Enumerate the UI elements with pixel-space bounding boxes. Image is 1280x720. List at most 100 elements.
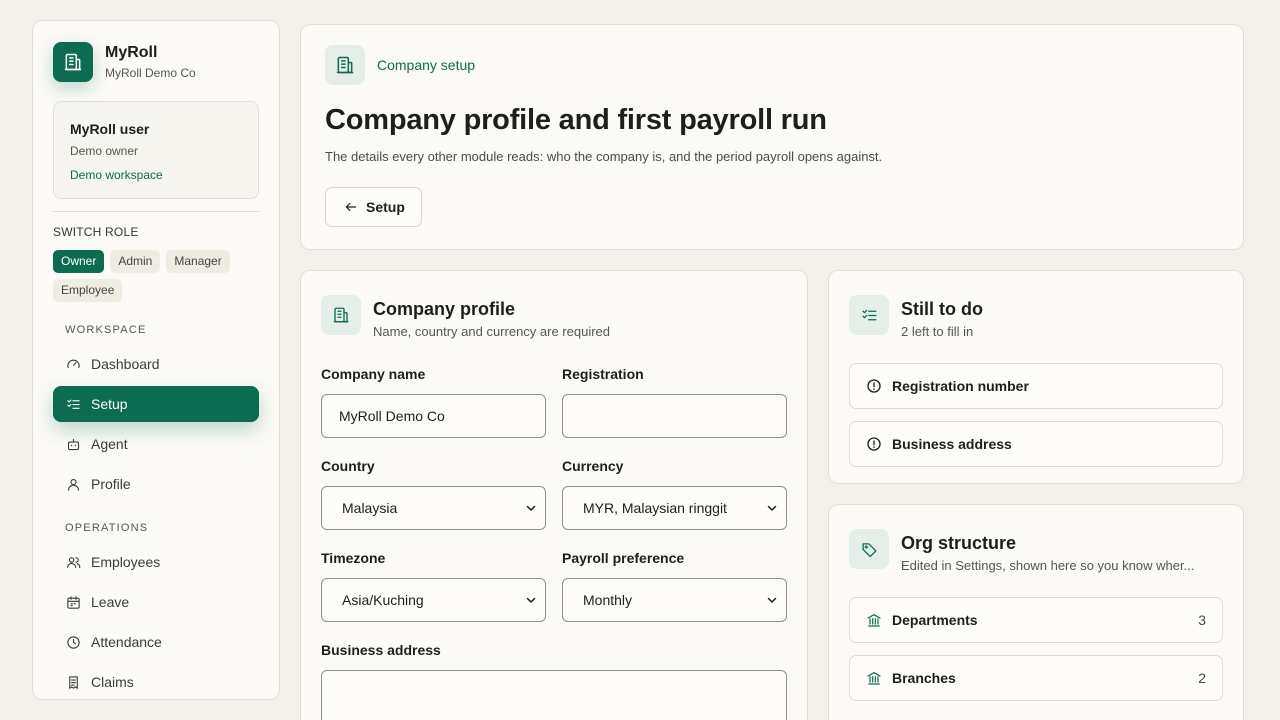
- page-header: Company setup Company profile and first …: [300, 24, 1244, 250]
- todo-item-label: Business address: [892, 436, 1012, 452]
- sidebar: MyRoll MyRoll Demo Co MyRoll user Demo o…: [32, 20, 280, 700]
- nav-item-leave[interactable]: Leave: [53, 584, 259, 620]
- building-icon: [325, 45, 365, 85]
- tag-icon: [849, 529, 889, 569]
- page-title: Company profile and first payroll run: [325, 104, 827, 136]
- registration-input[interactable]: [562, 394, 787, 438]
- todo-item-label: Registration number: [892, 378, 1029, 394]
- checklist-icon: [67, 399, 80, 409]
- nav-item-profile[interactable]: Profile: [53, 466, 259, 502]
- payroll-preference-label: Payroll preference: [562, 550, 685, 566]
- company-name-value: MyRoll Demo Co: [339, 408, 445, 424]
- nav-item-employees[interactable]: Employees: [53, 544, 259, 580]
- nav-label: Profile: [91, 476, 131, 492]
- user-icon: [67, 478, 80, 491]
- nav-workspace: Dashboard Setup Agent Profile: [53, 346, 259, 502]
- currency-value: MYR, Malaysian ringgit: [583, 500, 727, 516]
- brand-name: MyRoll: [105, 44, 158, 61]
- gauge-icon: [67, 359, 80, 368]
- chevron-down-icon: [767, 597, 777, 603]
- payroll-preference-select[interactable]: Monthly: [562, 578, 787, 622]
- nav-label: Dashboard: [91, 356, 160, 372]
- bot-icon: [67, 438, 80, 450]
- nav-item-dashboard[interactable]: Dashboard: [53, 346, 259, 382]
- user-name: MyRoll user: [70, 121, 150, 137]
- country-label: Country: [321, 458, 375, 474]
- nav-label: Employees: [91, 554, 161, 570]
- user-role: Demo owner: [70, 144, 139, 158]
- registration-label: Registration: [562, 366, 644, 382]
- nav-label: Setup: [91, 396, 128, 412]
- nav-section-operations: OPERATIONS: [65, 522, 149, 534]
- clock-icon: [67, 635, 80, 649]
- switch-role-title: SWITCH ROLE: [53, 225, 139, 239]
- country-select[interactable]: Malaysia: [321, 486, 546, 530]
- currency-select[interactable]: MYR, Malaysian ringgit: [562, 486, 787, 530]
- org-item-label: Branches: [892, 670, 956, 686]
- payroll-preference-value: Monthly: [583, 592, 633, 608]
- nav-item-attendance[interactable]: Attendance: [53, 624, 259, 660]
- nav-label: Attendance: [91, 634, 162, 650]
- card-subtitle: 2 left to fill in: [901, 324, 974, 339]
- back-button-label: Setup: [366, 199, 405, 215]
- nav-section-workspace: WORKSPACE: [65, 324, 147, 336]
- company-name-label: Company name: [321, 366, 426, 382]
- org-item-label: Departments: [892, 612, 978, 628]
- todo-list: Registration number Business address: [849, 363, 1223, 467]
- org-item-count: 2: [1198, 670, 1206, 686]
- timezone-label: Timezone: [321, 550, 386, 566]
- country-value: Malaysia: [342, 500, 398, 516]
- brand-company: MyRoll Demo Co: [105, 66, 196, 80]
- card-title: Company profile: [373, 299, 516, 319]
- receipt-icon: [69, 675, 78, 689]
- alert-circle-icon: [867, 437, 881, 451]
- card-title: Still to do: [901, 299, 983, 319]
- org-item-branches[interactable]: Branches 2: [849, 655, 1223, 701]
- role-chip-admin[interactable]: Admin: [110, 250, 161, 273]
- back-to-setup-button[interactable]: Setup: [325, 187, 422, 227]
- company-profile-card: Company profile Name, country and curren…: [300, 270, 808, 720]
- org-structure-card: Org structure Edited in Settings, shown …: [828, 504, 1244, 720]
- org-list: Departments 3 Branches 2: [849, 597, 1223, 701]
- breadcrumb: Company setup: [377, 57, 476, 73]
- brand[interactable]: MyRoll MyRoll Demo Co: [53, 41, 259, 83]
- building-icon: [321, 295, 361, 335]
- arrow-left-icon: [345, 202, 357, 212]
- timezone-value: Asia/Kuching: [342, 592, 424, 608]
- nav-item-claims[interactable]: Claims: [53, 664, 259, 699]
- nav-item-agent[interactable]: Agent: [53, 426, 259, 462]
- role-switcher: Owner Admin Manager Employee: [53, 250, 253, 302]
- workspace-link[interactable]: Demo workspace: [70, 168, 242, 182]
- chevron-down-icon: [526, 597, 536, 603]
- chevron-down-icon: [526, 505, 536, 511]
- org-item-departments[interactable]: Departments 3: [849, 597, 1223, 643]
- company-profile-form: Company name MyRoll Demo Co Registration…: [321, 366, 787, 720]
- landmark-icon: [867, 614, 881, 627]
- page-subtitle: The details every other module reads: wh…: [325, 149, 883, 164]
- card-subtitle: Name, country and currency are required: [373, 324, 611, 339]
- role-chip-owner[interactable]: Owner: [53, 250, 105, 273]
- alert-circle-icon: [867, 379, 881, 393]
- timezone-select[interactable]: Asia/Kuching: [321, 578, 546, 622]
- nav-item-setup[interactable]: Setup: [53, 386, 259, 422]
- nav-label: Agent: [91, 436, 128, 452]
- business-address-input[interactable]: [321, 670, 787, 720]
- nav-operations: Employees Leave Attendance Claims: [53, 544, 259, 699]
- users-icon: [67, 556, 81, 568]
- todo-item-registration-number[interactable]: Registration number: [849, 363, 1223, 409]
- calendar-icon: [67, 595, 80, 609]
- checklist-icon: [849, 295, 889, 335]
- user-card[interactable]: MyRoll user Demo owner Demo workspace: [53, 101, 259, 199]
- card-subtitle: Edited in Settings, shown here so you kn…: [901, 558, 1195, 573]
- currency-label: Currency: [562, 458, 624, 474]
- company-name-input[interactable]: MyRoll Demo Co: [321, 394, 546, 438]
- still-to-do-card: Still to do 2 left to fill in Registrati…: [828, 270, 1244, 484]
- nav-label: Claims: [91, 674, 134, 690]
- divider: [53, 211, 259, 212]
- chevron-down-icon: [767, 505, 777, 511]
- building-icon: [53, 42, 93, 82]
- role-chip-employee[interactable]: Employee: [53, 279, 123, 302]
- card-title: Org structure: [901, 533, 1017, 553]
- todo-item-business-address[interactable]: Business address: [849, 421, 1223, 467]
- role-chip-manager[interactable]: Manager: [166, 250, 230, 273]
